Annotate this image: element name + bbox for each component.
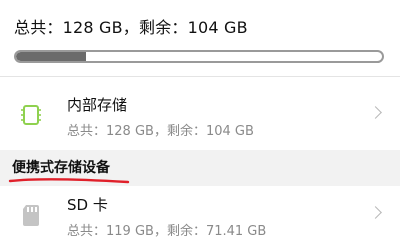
sd-card-title: SD 卡 xyxy=(67,196,108,214)
chip-icon xyxy=(18,102,44,128)
red-underline-annotation xyxy=(8,178,130,184)
internal-storage-detail: 总共：128 GB，剩余：104 GB xyxy=(67,124,254,139)
storage-summary: 总共：128 GB，剩余：104 GB xyxy=(14,18,248,37)
sd-card-icon xyxy=(18,202,44,228)
internal-storage-item[interactable]: 内部存储 总共：128 GB，剩余：104 GB xyxy=(0,84,400,144)
storage-usage-fill xyxy=(16,52,86,61)
sd-card-detail: 总共：119 GB，剩余：71.41 GB xyxy=(67,224,267,239)
internal-storage-title: 内部存储 xyxy=(67,96,128,114)
chevron-right-icon xyxy=(369,106,382,119)
sd-card-item[interactable]: SD 卡 总共：119 GB，剩余：71.41 GB xyxy=(0,188,400,248)
chevron-right-icon xyxy=(369,206,382,219)
storage-usage-bar xyxy=(14,50,384,63)
divider xyxy=(0,76,400,77)
